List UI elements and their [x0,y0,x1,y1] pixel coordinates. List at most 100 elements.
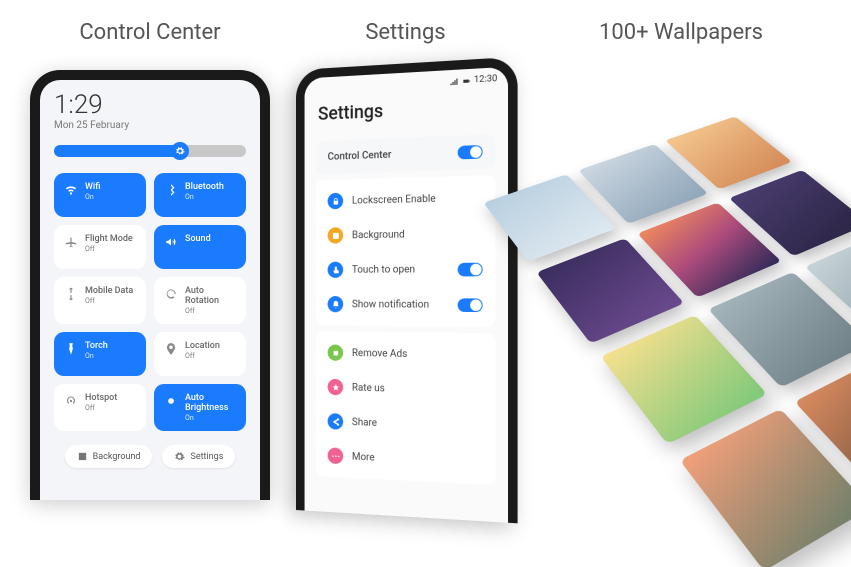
tile-brightness[interactable]: Auto BrightnessOn [154,384,246,431]
tile-label: Location [185,341,220,351]
tile-status: On [185,414,236,422]
settings-row-more[interactable]: More [316,438,495,481]
background-label: Background [93,452,141,462]
noads-icon-badge [327,344,343,360]
brightness-icon [164,394,178,408]
gear-icon [174,451,185,462]
background-button[interactable]: Background [65,445,153,468]
settings-row-label: Rate us [351,382,482,397]
tile-status: On [85,193,100,201]
control-center-label: Control Center [327,149,391,162]
settings-row-label: Touch to open [351,263,447,275]
tile-status: On [185,193,224,201]
control-center-toggle[interactable] [457,145,482,160]
tile-bluetooth[interactable]: BluetoothOn [154,173,246,217]
tile-label: Auto Brightness [185,393,236,413]
star-icon-badge [327,379,343,396]
brightness-slider-row [40,137,260,165]
settings-group-1: Lockscreen Enable Background Touch to open… [316,175,495,327]
tile-wifi[interactable]: WifiOn [54,173,146,217]
share-icon-badge [327,413,343,430]
tile-sound[interactable]: Sound [154,225,246,269]
control-center-card[interactable]: Control Center [316,134,495,174]
bell-icon [330,300,339,309]
tile-status: Off [85,404,117,412]
tile-status: Off [185,307,236,315]
tile-torch[interactable]: TorchOn [54,332,146,376]
column-title: 100+ Wallpapers [599,20,763,45]
settings-toggle[interactable] [457,298,482,312]
settings-row-image[interactable]: Background [316,215,495,253]
tile-status: Off [85,245,133,253]
cc-bottom-bar: Background Settings [40,439,260,482]
gear-icon [175,146,185,156]
cc-tiles-grid: WifiOnBluetoothOnFlight ModeOffSoundMobi… [40,165,260,439]
image-icon [330,231,339,240]
tile-label: Wifi [85,182,100,192]
torch-icon [64,342,78,356]
settings-row-touch[interactable]: Touch to open [316,251,495,287]
bluetooth-icon [164,183,178,197]
settings-row-label: Show notification [351,299,447,311]
touch-icon [330,265,339,274]
tile-data[interactable]: Mobile DataOff [54,277,146,324]
tile-rotate[interactable]: Auto RotationOff [154,277,246,324]
tile-label: Hotspot [85,393,117,403]
noads-icon [330,348,339,357]
settings-row-label: Remove Ads [351,347,482,361]
bell-icon-badge [327,296,343,312]
touch-icon-badge [327,262,343,278]
share-icon [330,417,339,426]
settings-row-label: More [351,451,482,468]
settings-row-lock[interactable]: Lockscreen Enable [316,179,495,218]
brightness-slider[interactable] [54,145,246,157]
tile-label: Torch [85,341,108,351]
settings-row-label: Background [351,227,482,240]
phone-frame-settings: 12:30 Settings Control Center Lockscreen… [296,57,518,524]
settings-row-star[interactable]: Rate us [316,369,495,409]
lock-icon-badge [327,193,343,210]
clock-time: 1:29 [54,90,246,120]
tile-status: On [85,352,108,360]
plane-icon [64,235,78,249]
tile-location[interactable]: LocationOff [154,332,246,376]
settings-button[interactable]: Settings [162,445,235,468]
tile-status: Off [85,297,133,305]
brightness-slider-thumb[interactable] [171,142,189,160]
more-icon-badge [327,447,343,464]
tile-label: Bluetooth [185,182,224,192]
hotspot-icon [64,394,78,408]
settings-label: Settings [190,452,223,462]
column-wallpapers: 100+ Wallpapers [541,20,821,500]
cc-header: 1:29 Mon 25 February [40,80,260,137]
tile-plane[interactable]: Flight ModeOff [54,225,146,269]
tile-hotspot[interactable]: HotspotOff [54,384,146,431]
settings-group-2: Remove AdsRate usShareMore [316,331,495,485]
wifi-icon [64,183,78,197]
settings-row-label: Lockscreen Enable [351,192,482,207]
clock-date: Mon 25 February [54,120,246,131]
settings-toggle[interactable] [457,262,482,276]
column-title: Settings [365,20,445,45]
column-title: Control Center [79,20,220,45]
data-icon [64,287,78,301]
star-icon [330,382,339,391]
status-time: 12:30 [473,74,497,86]
settings-row-noads[interactable]: Remove Ads [316,335,495,373]
image-icon-badge [327,227,343,243]
tile-label: Sound [185,234,211,244]
tile-label: Flight Mode [85,234,133,244]
image-icon [77,451,88,462]
battery-icon [461,76,470,86]
rotate-icon [164,287,178,301]
sound-icon [164,235,178,249]
settings-row-bell[interactable]: Show notification [316,287,495,323]
more-icon [330,451,339,460]
location-icon [164,342,178,356]
tile-status: Off [185,352,220,360]
tile-label: Mobile Data [85,286,133,296]
phone-frame-control-center: 1:29 Mon 25 February WifiOnBluetoothOnFl… [30,70,270,500]
column-settings: Settings 12:30 Settings Control Center L… [296,20,516,500]
lock-icon [330,196,339,205]
signal-icon [448,76,457,86]
